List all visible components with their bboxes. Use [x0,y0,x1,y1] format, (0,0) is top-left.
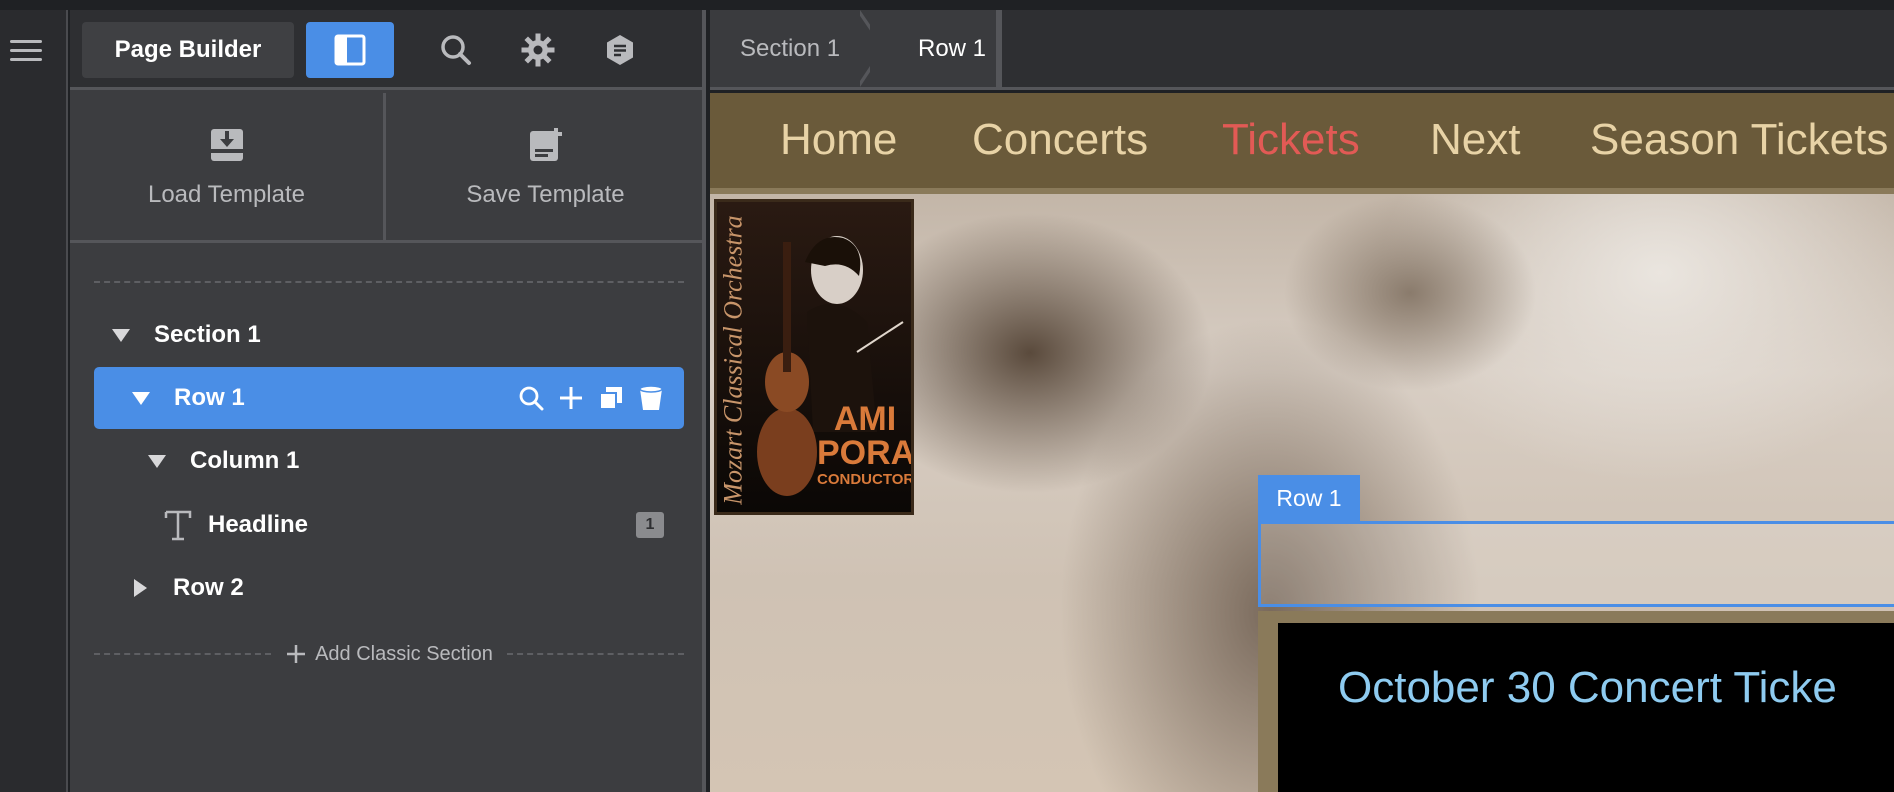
save-template-icon [529,128,562,161]
trash-icon[interactable] [638,384,664,412]
left-rail [0,10,68,792]
tree-divider-top [94,281,684,283]
layout-panel-icon [334,34,366,66]
tree-item-label: Row 1 [174,384,245,411]
collapse-icon[interactable] [112,328,130,342]
load-template-label: Load Template [147,181,305,208]
add-classic-section[interactable]: Add Classic Section [94,642,684,666]
download-icon [210,129,243,161]
plus-icon [287,645,306,663]
tree-item-label: Row 2 [173,574,244,601]
concert-poster[interactable]: Mozart Classical Orchestra AMI PORAT CON… [714,199,914,515]
add-icon[interactable] [558,385,584,411]
search-icon [441,35,471,65]
nav-next[interactable]: Next [1430,115,1520,165]
search-button[interactable] [430,24,482,76]
poster-name-line2: PORAT [817,434,913,472]
row-label-tag[interactable]: Row 1 [1258,475,1360,521]
row-actions [518,367,664,429]
tree-item-label: Section 1 [154,321,261,348]
layout-panel-button[interactable] [306,22,394,78]
tree-item-headline[interactable]: Headline 1 [94,494,684,556]
poster-role: CONDUCTOR [817,471,914,488]
poster-side-text: Mozart Classical Orchestra [719,215,749,505]
breadcrumb: Section 1 Row 1 [710,10,1894,90]
tree-item-label: Column 1 [190,447,300,474]
top-strip [0,0,1894,10]
collapse-icon[interactable] [148,454,166,468]
nav-home[interactable]: Home [780,115,897,165]
headline-text: October 30 Concert Ticke [1338,663,1837,712]
load-template-button[interactable]: Load Template [70,93,386,243]
search-icon[interactable] [518,385,544,411]
text-icon [164,510,192,541]
nav-concerts[interactable]: Concerts [972,115,1148,165]
notes-icon [607,35,633,65]
tree-item-row-1[interactable]: Row 1 [94,367,684,429]
breadcrumb-row-1[interactable]: Row 1 [870,10,1002,87]
builder-toolbar: Page Builder [70,10,702,90]
headline-module[interactable]: October 30 Concert Ticke [1258,611,1894,792]
duplicate-icon[interactable] [598,385,624,411]
add-classic-section-label: Add Classic Section [315,642,493,665]
builder-panel: Page Builder Load Template Save Template… [70,10,706,792]
settings-button[interactable] [512,24,564,76]
save-template-label: Save Template [466,181,625,208]
module-count-badge: 1 [636,512,664,538]
notes-button[interactable] [594,24,646,76]
tree-item-row-2[interactable]: Row 2 [94,557,684,619]
site-preview: Home Concerts Tickets Next Season Ticket… [710,93,1894,792]
menu-icon[interactable] [10,34,42,66]
poster-name: AMI PORAT CONDUCTOR [817,400,914,488]
nav-tickets[interactable]: Tickets [1222,115,1360,165]
expand-icon[interactable] [134,579,147,597]
breadcrumb-section-1[interactable]: Section 1 [710,10,870,87]
gear-icon [521,33,555,67]
site-nav: Home Concerts Tickets Next Season Ticket… [710,93,1894,194]
page-builder-button[interactable]: Page Builder [82,22,294,78]
poster-name-line1: AMI [833,400,897,438]
tree-item-label: Headline [208,511,309,538]
tree-item-section-1[interactable]: Section 1 [94,304,684,366]
collapse-icon[interactable] [132,391,150,405]
tree-item-column-1[interactable]: Column 1 [94,430,684,492]
save-template-button[interactable]: Save Template [389,93,702,243]
template-actions: Load Template Save Template [70,93,702,243]
selected-row-outline[interactable] [1258,521,1894,607]
nav-season-tickets[interactable]: Season Tickets [1590,115,1888,165]
